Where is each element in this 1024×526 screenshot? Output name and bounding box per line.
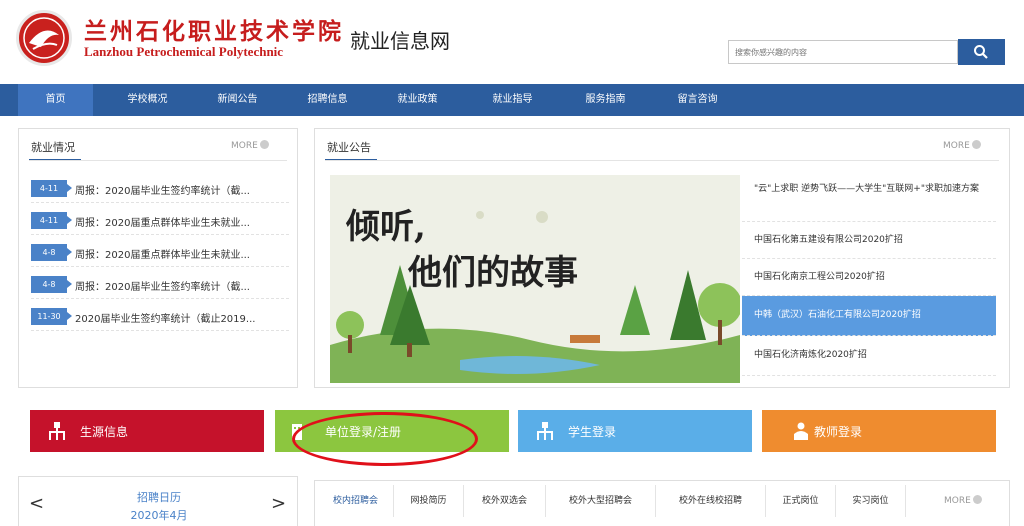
date-badge: 4-8 <box>31 244 72 261</box>
news-item[interactable]: 4-11 周报：2020届毕业生签约率统计（截... <box>31 171 289 203</box>
tab-online-resume[interactable]: 网投简历 <box>394 485 464 517</box>
tab-campus-fair[interactable]: 校内招聘会 <box>318 485 394 517</box>
divider <box>29 160 287 161</box>
school-name-en: Lanzhou Petrochemical Polytechnic <box>84 44 284 59</box>
student-login-button[interactable]: 学生登录 <box>518 410 752 452</box>
more-icon <box>259 140 269 149</box>
date-badge: 11-30 <box>31 308 72 325</box>
calendar-next-button[interactable]: > <box>271 493 286 514</box>
more-label: MORE <box>944 496 971 506</box>
org-chart-icon <box>49 422 65 440</box>
more-label: MORE <box>943 141 970 151</box>
banner-headline-1: 倾听, <box>346 207 426 247</box>
org-chart-icon <box>537 422 553 440</box>
nav-item-service[interactable]: 服务指南 <box>568 84 643 116</box>
employment-title: 就业情况 <box>31 141 75 154</box>
announcements-more-link[interactable]: MORE <box>943 140 981 151</box>
school-logo-icon[interactable] <box>16 10 72 66</box>
notice-item-highlighted[interactable]: 中韩（武汉）石油化工有限公司2020扩招 <box>742 296 996 336</box>
date-badge: 4-11 <box>31 180 72 197</box>
news-item[interactable]: 4-11 周报：2020届重点群体毕业生未就业... <box>31 203 289 235</box>
news-item[interactable]: 4-8 周报：2020届重点群体毕业生未就业... <box>31 235 289 267</box>
notice-item[interactable]: 中国石化第五建设有限公司2020扩招 <box>742 222 996 259</box>
button-label: 生源信息 <box>80 425 129 439</box>
news-title: 周报：2020届毕业生签约率统计（截... <box>75 186 250 197</box>
tab-internships[interactable]: 实习岗位 <box>836 485 906 517</box>
notice-item[interactable]: 中国石化济南炼化2020扩招 <box>742 336 996 376</box>
main-nav: 首页 学校概况 新闻公告 招聘信息 就业政策 就业指导 服务指南 留言咨询 <box>0 84 1024 116</box>
tab-online-recruit[interactable]: 校外在线校招聘 <box>656 485 766 517</box>
more-icon <box>972 495 982 504</box>
teacher-login-button[interactable]: 教师登录 <box>762 410 996 452</box>
nav-item-about[interactable]: 学校概况 <box>110 84 185 116</box>
tab-fulltime-jobs[interactable]: 正式岗位 <box>766 485 836 517</box>
banner-headline-2: 他们的故事 <box>408 253 578 293</box>
date-badge: 4-11 <box>31 212 72 229</box>
employment-panel: 就业情况 MORE 4-11 周报：2020届毕业生签约率统计（截... 4-1… <box>18 128 298 388</box>
notice-item[interactable]: "云"上求职 逆势飞跃——大学生"互联网+"求职加速方案 <box>742 180 996 222</box>
recruit-calendar: < 招聘日历 2020年4月 > <box>18 476 298 526</box>
more-label: MORE <box>231 141 258 151</box>
news-title: 周报：2020届毕业生签约率统计（截... <box>75 282 250 293</box>
tab-offcampus-fair[interactable]: 校外双选会 <box>464 485 546 517</box>
button-label: 学生登录 <box>568 425 617 439</box>
nav-item-policy[interactable]: 就业政策 <box>380 84 455 116</box>
search-icon <box>974 45 988 59</box>
calendar-title: 招聘日历 <box>137 491 181 504</box>
story-banner[interactable]: 倾听, 他们的故事 <box>330 175 740 383</box>
school-name-cn: 兰州石化职业技术学院 <box>84 18 344 45</box>
notice-item[interactable]: 中国石化南京工程公司2020扩招 <box>742 259 996 296</box>
site-title: 就业信息网 <box>350 29 450 53</box>
divider <box>325 160 999 161</box>
news-item[interactable]: 11-30 2020届毕业生签约率统计（截止2019... <box>31 299 289 331</box>
search-button[interactable] <box>958 39 1005 65</box>
nav-item-home[interactable]: 首页 <box>18 84 93 116</box>
news-item[interactable]: 4-8 周报：2020届毕业生签约率统计（截... <box>31 267 289 299</box>
button-label: 单位登录/注册 <box>325 425 402 439</box>
nav-item-recruitment[interactable]: 招聘信息 <box>290 84 365 116</box>
news-title: 2020届毕业生签约率统计（截止2019... <box>75 314 256 325</box>
teacher-icon <box>794 422 808 440</box>
more-icon <box>971 140 981 149</box>
tabs-more-link[interactable]: MORE <box>944 495 982 506</box>
calendar-month: 2020年4月 <box>130 509 188 522</box>
nav-item-guidance[interactable]: 就业指导 <box>475 84 550 116</box>
news-title: 周报：2020届重点群体毕业生未就业... <box>75 218 250 229</box>
news-title: 周报：2020届重点群体毕业生未就业... <box>75 250 250 261</box>
date-badge: 4-8 <box>31 276 72 293</box>
employer-login-register-button[interactable]: 单位登录/注册 <box>275 410 509 452</box>
search-input[interactable] <box>728 40 958 64</box>
announcements-title: 就业公告 <box>327 141 371 154</box>
student-source-button[interactable]: 生源信息 <box>30 410 264 452</box>
nav-item-message[interactable]: 留言咨询 <box>660 84 735 116</box>
calendar-prev-button[interactable]: < <box>29 493 44 514</box>
employment-more-link[interactable]: MORE <box>231 140 269 151</box>
nav-item-news[interactable]: 新闻公告 <box>200 84 275 116</box>
building-icon <box>292 424 302 440</box>
button-label: 教师登录 <box>814 425 863 439</box>
tab-large-fair[interactable]: 校外大型招聘会 <box>546 485 656 517</box>
